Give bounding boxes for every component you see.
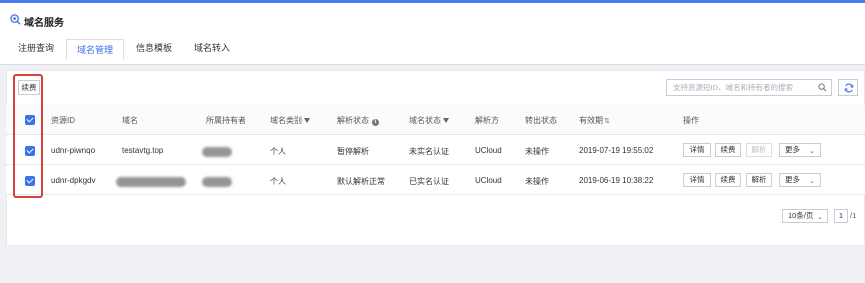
cell-domain-type: 个人 [270,147,286,156]
page-size-label: 10条/页 [788,211,814,220]
renew-button[interactable]: 续费 [715,143,741,157]
page-title: 域名服务 [24,18,64,29]
detail-button[interactable]: 详情 [683,173,711,187]
cell-resolver: UCloud [475,146,502,155]
total-pages: /1 [850,211,857,220]
refresh-icon [844,83,854,93]
tab-domain-management[interactable]: 域名管理 [66,39,125,61]
chevron-down-icon: ⌄ [817,214,823,221]
resolve-button[interactable]: 解析 [746,143,772,157]
page-size-select[interactable]: 10条/页 ⌄ [782,209,828,223]
cell-expiry: 2019-07-19 19:55:02 [579,146,654,155]
cell-transfer-status: 未操作 [525,147,549,156]
search-input[interactable] [667,80,813,95]
more-dropdown[interactable]: 更多 ⌄ [779,173,821,187]
resolve-button[interactable]: 解析 [746,173,772,187]
cell-domain-status: 未实名认证 [409,147,449,156]
header-domain: 域名 [122,116,138,125]
cell-transfer-status: 未操作 [525,177,549,186]
cell-domain-type: 个人 [270,177,286,186]
cell-resolve-status: 默认解析正常 [337,177,385,186]
detail-button[interactable]: 详情 [683,143,711,157]
more-dropdown[interactable]: 更多 ⌄ [779,143,821,157]
search-box [666,79,832,96]
info-icon[interactable]: i [372,119,379,126]
table-row: udnr-dpkgdv 个人 默认解析正常 已实名认证 UCloud 未操作 2… [6,166,865,195]
chevron-down-icon: ⌄ [809,178,815,185]
header-expiry[interactable]: 有效期⇅ [579,115,610,126]
search-globe-icon [10,14,21,25]
holder-redacted [202,177,232,187]
header-domain-status[interactable]: 域名状态 [409,115,449,126]
header-holder: 所属持有者 [206,116,246,125]
search-icon[interactable] [818,83,827,92]
header-domain-type-label: 域名类别 [270,116,302,125]
header-resolve-status-label: 解析状态 [337,116,369,125]
filter-icon[interactable] [304,118,310,123]
renew-button[interactable]: 续费 [715,173,741,187]
refresh-button[interactable] [838,79,858,96]
holder-redacted [202,147,232,157]
more-label: 更多 [785,145,800,154]
cell-resource-id: udnr-piwnqo [51,146,96,155]
header-actions: 操作 [683,116,699,125]
cell-resource-id: udnr-dpkgdv [51,176,96,185]
sort-icon[interactable]: ⇅ [604,117,610,125]
tab-register-query[interactable]: 注册查询 [8,38,64,58]
table-row: udnr-piwnqo testavtg.top 个人 暂停解析 未实名认证 U… [6,136,865,165]
tab-info-template[interactable]: 信息模板 [126,38,182,58]
cell-domain-status: 已实名认证 [409,177,449,186]
page-header: 域名服务 注册查询 域名管理 信息模板 域名转入 [0,3,865,65]
more-label: 更多 [785,175,800,184]
highlight-box [13,74,43,198]
domain-redacted [116,177,186,187]
chevron-down-icon: ⌄ [809,148,815,155]
header-resource-id: 资源ID [51,116,75,125]
cell-domain[interactable]: testavtg.top [122,146,163,155]
tab-bar: 注册查询 域名管理 信息模板 域名转入 [8,38,242,65]
header-resolver: 解析方 [475,116,499,125]
header-domain-type[interactable]: 域名类别 [270,115,310,126]
table-header: 资源ID 域名 所属持有者 域名类别 解析状态 i 域名状态 解析方 转出状态 有… [6,105,865,135]
header-domain-status-label: 域名状态 [409,116,441,125]
cell-resolver: UCloud [475,176,502,185]
header-expiry-label: 有效期 [579,116,603,125]
header-transfer-status: 转出状态 [525,116,557,125]
current-page-input[interactable]: 1 [834,209,848,223]
filter-icon[interactable] [443,118,449,123]
tab-domain-transfer[interactable]: 域名转入 [184,38,240,58]
cell-expiry: 2019-06-19 10:38:22 [579,176,654,185]
header-resolve-status: 解析状态 i [337,115,379,126]
cell-resolve-status: 暂停解析 [337,147,369,156]
